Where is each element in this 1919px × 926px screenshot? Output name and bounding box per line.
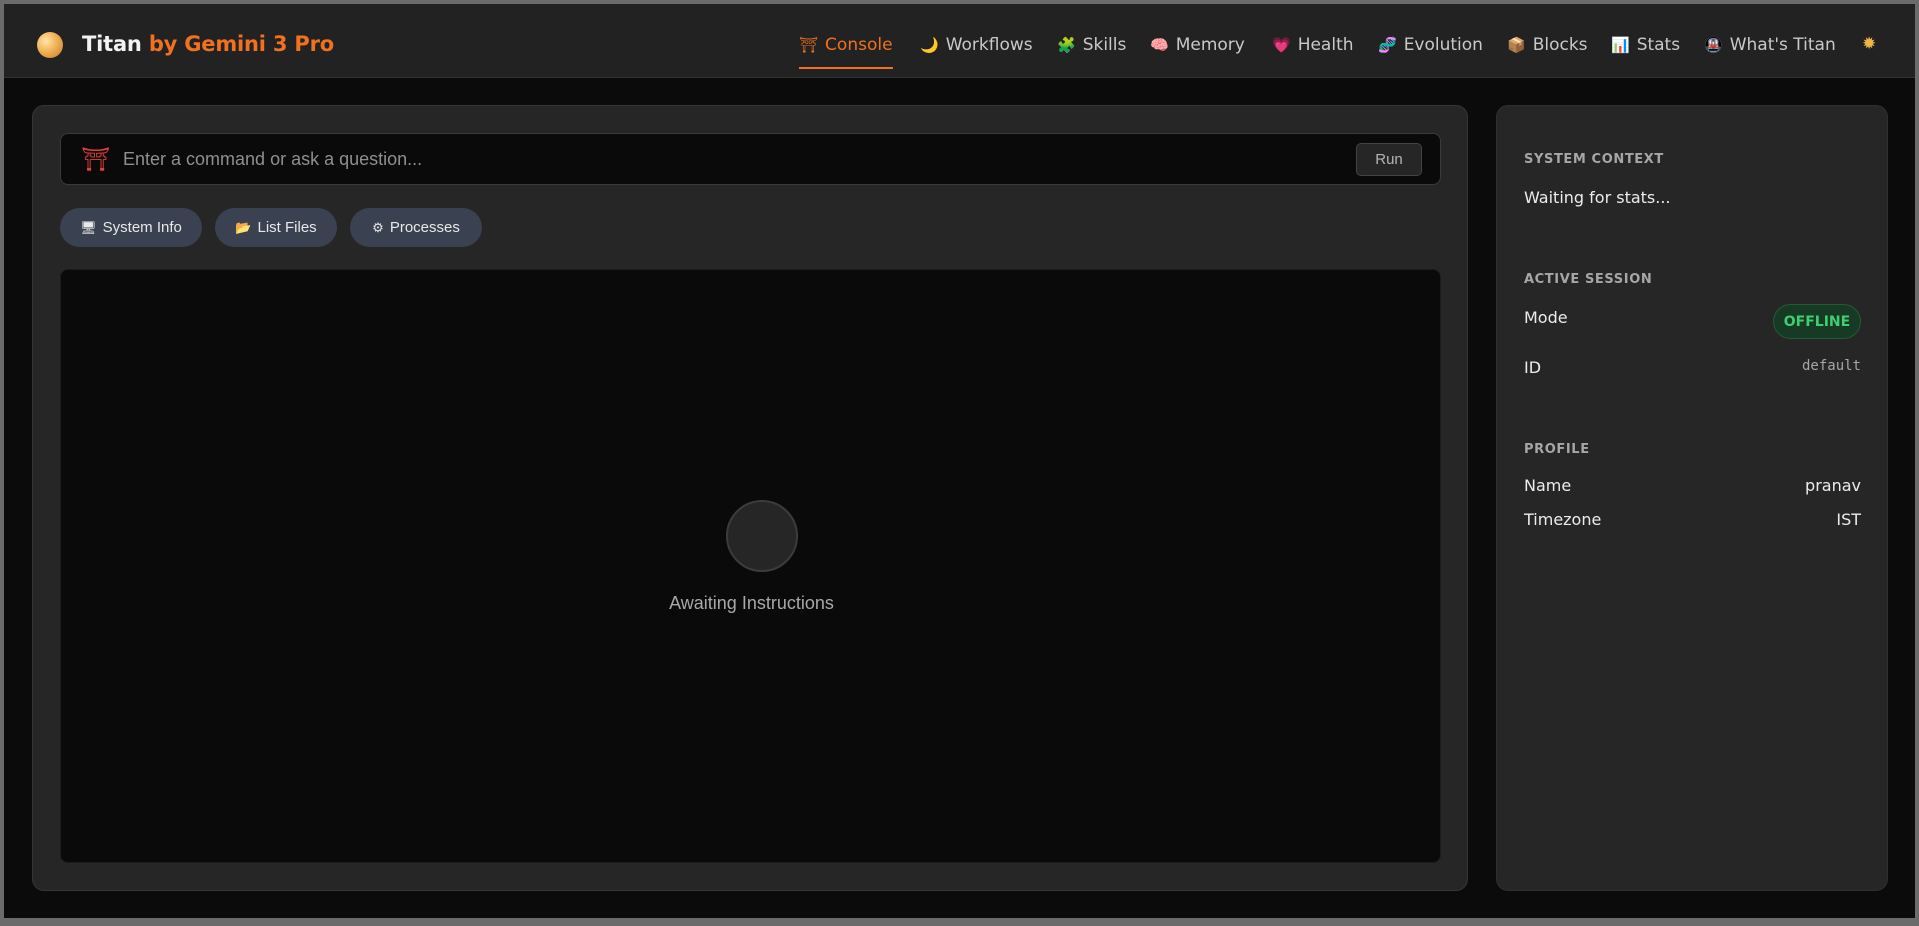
tab-console[interactable]: ⛩ Console [799, 26, 893, 69]
button-label: List Files [257, 219, 317, 236]
run-button[interactable]: Run [1356, 143, 1422, 176]
session-id-value: default [1801, 358, 1861, 374]
tab-label: Workflows [945, 35, 1033, 55]
brand-suffix: by Gemini 3 Pro [148, 32, 334, 56]
button-label: Processes [389, 219, 460, 236]
output-area: Awaiting Instructions [60, 269, 1441, 863]
tab-health[interactable]: 💗 Health [1272, 26, 1354, 64]
computer-icon: 🖥 [80, 219, 97, 235]
sun-icon[interactable]: ✹ [1862, 34, 1876, 54]
package-icon: 📦 [1507, 36, 1526, 54]
command-input[interactable] [123, 143, 1323, 175]
brain-icon: 🧠 [1150, 36, 1169, 54]
command-bar: ⛩ Run [60, 133, 1441, 185]
folder-icon: 📂 [235, 219, 252, 235]
brand-title: Titan by Gemini 3 Pro [82, 32, 334, 56]
status-badge: OFFLINE [1773, 304, 1861, 339]
brand-name: Titan [82, 32, 142, 56]
list-files-button[interactable]: 📂 List Files [215, 208, 337, 247]
idle-orb-icon [726, 500, 798, 572]
tab-label: What's Titan [1729, 35, 1836, 55]
awaiting-status: Awaiting Instructions [669, 593, 834, 613]
tab-whats-titan[interactable]: 🚇 What's Titan [1704, 26, 1836, 64]
metro-icon: 🚇 [1704, 36, 1723, 54]
torii-gate-icon: ⛩ [81, 146, 111, 172]
tab-label: Memory [1175, 35, 1245, 55]
context-sidebar: SYSTEM CONTEXT Waiting for stats... ACTI… [1496, 105, 1888, 891]
mode-label: Mode [1524, 308, 1568, 327]
bar-chart-icon: 📊 [1611, 36, 1630, 54]
active-session-title: ACTIVE SESSION [1524, 272, 1653, 287]
tab-skills[interactable]: 🧩 Skills [1057, 26, 1126, 64]
tab-label: Skills [1082, 35, 1127, 55]
timezone-label: Timezone [1524, 510, 1602, 529]
app-window: Titan by Gemini 3 Pro ⛩ Console 🌙 Workfl… [4, 4, 1915, 918]
top-navigation-bar: Titan by Gemini 3 Pro ⛩ Console 🌙 Workfl… [4, 4, 1915, 78]
tab-label: Console [825, 35, 893, 55]
titan-logo-icon [37, 32, 63, 58]
system-context-title: SYSTEM CONTEXT [1524, 152, 1664, 167]
name-value: pranav [1805, 476, 1861, 495]
tab-workflows[interactable]: 🌙 Workflows [920, 26, 1033, 64]
system-info-button[interactable]: 🖥 System Info [60, 208, 202, 247]
moon-icon: 🌙 [920, 36, 939, 54]
profile-title: PROFILE [1524, 442, 1590, 457]
tab-evolution[interactable]: 🧬 Evolution [1378, 26, 1483, 64]
id-label: ID [1524, 358, 1542, 377]
button-label: System Info [102, 219, 182, 236]
timezone-value: IST [1836, 510, 1861, 529]
dna-icon: 🧬 [1378, 36, 1397, 54]
console-panel: ⛩ Run 🖥 System Info 📂 List Files ⚙ Proce… [32, 105, 1468, 891]
heart-icon: 💗 [1272, 36, 1291, 54]
system-context-text: Waiting for stats... [1524, 188, 1671, 207]
name-label: Name [1524, 476, 1572, 495]
torii-gate-icon: ⛩ [799, 36, 819, 54]
tab-memory[interactable]: 🧠 Memory [1150, 26, 1245, 64]
tab-blocks[interactable]: 📦 Blocks [1507, 26, 1588, 64]
tab-label: Health [1297, 35, 1354, 55]
tab-label: Evolution [1403, 35, 1483, 55]
tab-label: Stats [1636, 35, 1681, 55]
puzzle-icon: 🧩 [1057, 36, 1076, 54]
gear-icon: ⚙ [372, 219, 384, 235]
tab-stats[interactable]: 📊 Stats [1611, 26, 1680, 64]
tab-label: Blocks [1532, 35, 1588, 55]
processes-button[interactable]: ⚙ Processes [350, 208, 482, 247]
